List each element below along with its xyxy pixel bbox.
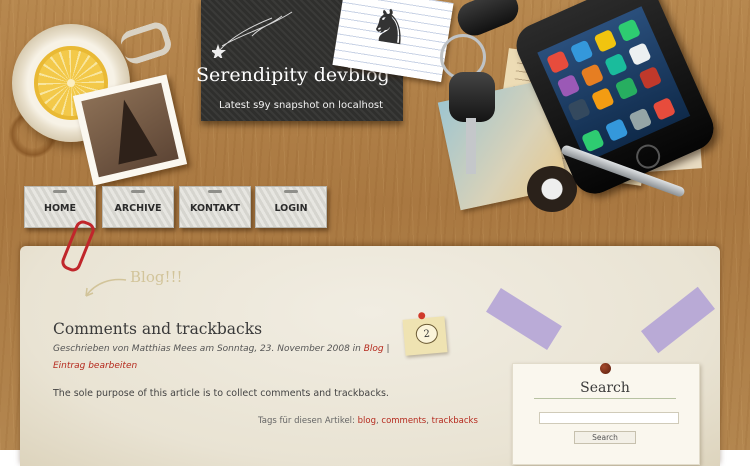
blog-doodle-label: Blog!!! (130, 268, 183, 286)
tag-link[interactable]: trackbacks (432, 416, 478, 426)
nav-login-tab[interactable]: LOGIN (255, 186, 327, 228)
edit-entry-link[interactable]: Eintrag bearbeiten (53, 361, 137, 371)
pushpin-icon (600, 363, 611, 374)
pin-icon (417, 311, 426, 320)
tags-label: Tags für diesen Artikel: (258, 416, 355, 426)
curved-arrow-icon (85, 278, 127, 297)
tag-link[interactable]: comments (381, 416, 426, 426)
nav-archive-tab[interactable]: ARCHIVE (102, 186, 174, 228)
nav-kontakt-tab[interactable]: KONTAKT (179, 186, 251, 228)
site-subtitle: Latest s9y snapshot on localhost (219, 100, 384, 111)
car-key-icon (449, 72, 495, 122)
search-widget-title: Search (580, 380, 630, 396)
entry-title[interactable]: Comments and trackbacks (53, 320, 262, 338)
comment-count[interactable]: 2 (414, 322, 439, 345)
meta-separator: | (386, 344, 390, 354)
entry-tags: Tags für diesen Artikel: blog, comments,… (258, 416, 478, 426)
entry-meta-text: Geschrieben von Matthias Mees am Sonntag… (53, 344, 361, 354)
category-link[interactable]: Blog (364, 344, 384, 354)
round-badge-decoration (527, 166, 577, 212)
key-blade-icon (466, 118, 476, 174)
star-doodle-icon (212, 11, 293, 58)
entry-body: The sole purpose of this article is to c… (53, 388, 389, 399)
search-input[interactable] (539, 412, 679, 424)
unicorn-sketch-icon: ♞ (365, 0, 415, 57)
comment-count-note[interactable]: 2 (402, 311, 448, 356)
divider (534, 398, 676, 399)
tag-link[interactable]: blog (358, 416, 376, 426)
entry-meta: Geschrieben von Matthias Mees am Sonntag… (53, 341, 393, 375)
search-button[interactable]: Search (574, 431, 636, 444)
